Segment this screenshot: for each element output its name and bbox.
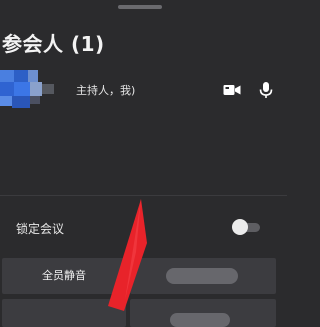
- blurred-label: [170, 313, 230, 327]
- participant-role-label: 主持人，我): [76, 84, 136, 97]
- participants-panel: 参会人 (1) 主持人，我) 锁定会议 全员静音: [0, 0, 287, 327]
- video-camera-icon[interactable]: [222, 80, 242, 100]
- mute-all-label: 全员静音: [42, 269, 86, 282]
- unmute-all-button[interactable]: [130, 258, 276, 294]
- microphone-icon[interactable]: [256, 80, 276, 100]
- blurred-label: [166, 268, 238, 284]
- section-divider: [0, 195, 287, 196]
- avatar: [0, 70, 62, 110]
- lock-meeting-toggle[interactable]: [232, 219, 262, 235]
- bottom-right-button[interactable]: [130, 299, 276, 327]
- panel-title: 参会人 (1): [2, 32, 105, 56]
- bottom-left-button[interactable]: [2, 299, 126, 327]
- mute-all-button[interactable]: 全员静音: [2, 258, 126, 294]
- lock-meeting-row: 锁定会议: [0, 210, 287, 244]
- participant-row[interactable]: 主持人，我): [0, 68, 287, 112]
- toggle-knob: [232, 219, 248, 235]
- drag-handle[interactable]: [118, 5, 162, 9]
- lock-meeting-label: 锁定会议: [16, 222, 65, 236]
